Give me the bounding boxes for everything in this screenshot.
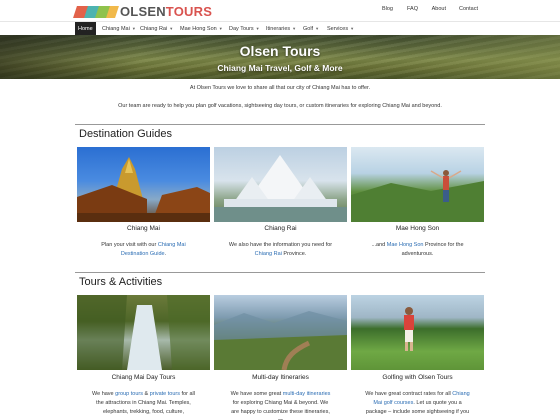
group-tours-link[interactable]: group tours bbox=[115, 391, 143, 397]
card-text-chiang-rai: We also have the information you need fo… bbox=[214, 241, 347, 259]
site-header: OLSENTOURS Blog FAQ About Contact bbox=[0, 0, 560, 21]
white-temple-image bbox=[214, 155, 347, 222]
nav-item-golf[interactable]: Golf ▼ bbox=[303, 22, 319, 36]
chevron-down-icon: ▼ bbox=[292, 26, 297, 31]
card-text-itineraries: We have some great multi-day itineraries… bbox=[214, 390, 347, 420]
nav-item-label: Services bbox=[327, 26, 349, 32]
card-text-part: Province. bbox=[281, 251, 307, 257]
card-text-part: ...and bbox=[371, 242, 387, 248]
card-title-day-tours: Chiang Mai Day Tours bbox=[111, 374, 176, 381]
card-text-part: Plan your visit with our bbox=[101, 242, 158, 248]
golf-image[interactable] bbox=[351, 295, 484, 370]
chevron-down-icon: ▼ bbox=[315, 26, 320, 31]
landscape-image bbox=[214, 311, 347, 370]
nav-item-label: Day Tours bbox=[229, 26, 254, 32]
nav-item-day-tours[interactable]: Day Tours ▼ bbox=[229, 22, 260, 36]
section-title-destinations: Destination Guides bbox=[79, 128, 172, 140]
card-title-chiang-rai: Chiang Rai bbox=[264, 225, 297, 232]
card-text-golf: We have great contract rates for all Chi… bbox=[351, 390, 484, 417]
nav-item-label: Chiang Rai bbox=[140, 26, 168, 32]
nav-item-itineraries[interactable]: Itineraries ▼ bbox=[266, 22, 296, 36]
topnav-blog-link[interactable]: Blog bbox=[382, 6, 393, 12]
divider bbox=[75, 124, 485, 125]
golfer-image bbox=[404, 307, 414, 351]
hero-banner: Olsen Tours Chiang Mai Travel, Golf & Mo… bbox=[0, 35, 560, 79]
topnav-about-link[interactable]: About bbox=[432, 6, 446, 12]
nav-item-home[interactable]: Home bbox=[75, 22, 96, 36]
card-text-chiang-mai: Plan your visit with our Chiang Mai Dest… bbox=[77, 241, 210, 259]
card-text-part: & bbox=[142, 391, 150, 397]
chevron-down-icon: ▼ bbox=[218, 26, 223, 31]
card-title-itineraries: Multi-day Itineraries bbox=[252, 374, 309, 381]
multi-day-itineraries-link[interactable]: multi-day itineraries bbox=[283, 391, 331, 397]
nav-item-label: Chiang Mai bbox=[102, 26, 130, 32]
intro-text-2: Our team are ready to help you plan golf… bbox=[118, 103, 442, 109]
logo-text-tours: TOURS bbox=[165, 4, 213, 19]
site-logo[interactable]: OLSENTOURS bbox=[73, 4, 212, 19]
chevron-down-icon: ▼ bbox=[131, 26, 136, 31]
section-title-tours: Tours & Activities bbox=[79, 276, 163, 288]
itineraries-image[interactable] bbox=[214, 295, 347, 370]
day-tours-image[interactable] bbox=[77, 295, 210, 370]
nav-item-label: Mae Hong Son bbox=[180, 26, 217, 32]
nav-item-chiang-rai[interactable]: Chiang Rai ▼ bbox=[140, 22, 173, 36]
hero-subtitle: Chiang Mai Travel, Golf & More bbox=[217, 63, 343, 73]
private-tours-link[interactable]: private tours bbox=[150, 391, 180, 397]
card-title-chiang-mai: Chiang Mai bbox=[127, 225, 160, 232]
card-title-golf: Golfing with Olsen Tours bbox=[382, 374, 453, 381]
card-text-mae-hong-son: ...and Mae Hong Son Province for the adv… bbox=[351, 241, 484, 259]
card-text-part: We have great contract rates for all bbox=[365, 391, 453, 397]
logo-wordmark: OLSENTOURS bbox=[120, 4, 212, 19]
mae-hong-son-image[interactable] bbox=[351, 147, 484, 222]
chiang-rai-link[interactable]: Chiang Rai bbox=[255, 251, 282, 257]
divider bbox=[75, 272, 485, 273]
topnav-faq-link[interactable]: FAQ bbox=[407, 6, 418, 12]
nav-item-label: Itineraries bbox=[266, 26, 291, 32]
temple-image bbox=[77, 157, 210, 222]
card-text-part: We have some great bbox=[230, 391, 283, 397]
intro-text-1: At Olsen Tours we love to share all that… bbox=[189, 85, 371, 91]
card-text-part: We have bbox=[92, 391, 116, 397]
nav-item-label: Home bbox=[78, 26, 93, 32]
nav-item-chiang-mai[interactable]: Chiang Mai ▼ bbox=[102, 22, 136, 36]
logo-text-olsen: OLSEN bbox=[120, 4, 166, 19]
nav-item-mae-hong-son[interactable]: Mae Hong Son ▼ bbox=[180, 22, 223, 36]
chevron-down-icon: ▼ bbox=[169, 26, 174, 31]
chevron-down-icon: ▼ bbox=[350, 26, 355, 31]
chiang-mai-image[interactable] bbox=[77, 147, 210, 222]
mae-hong-son-link[interactable]: Mae Hong Son bbox=[387, 242, 424, 248]
hero-title: Olsen Tours bbox=[239, 43, 321, 59]
card-title-mae-hong-son: Mae Hong Son bbox=[395, 225, 440, 232]
topnav-contact-link[interactable]: Contact bbox=[459, 6, 478, 12]
card-text-part: . bbox=[164, 251, 167, 257]
chevron-down-icon: ▼ bbox=[255, 26, 260, 31]
card-text-day-tours: We have group tours & private tours for … bbox=[77, 390, 210, 417]
hiker-image bbox=[351, 170, 484, 222]
logo-mark-icon bbox=[73, 5, 119, 19]
waterfall-image bbox=[77, 295, 210, 370]
chiang-rai-image[interactable] bbox=[214, 147, 347, 222]
card-text-part: We also have the information you need fo… bbox=[228, 242, 333, 248]
card-text-part: for exploring Chiang Mai & beyond. We ar… bbox=[231, 400, 330, 420]
main-nav: Home Chiang Mai ▼ Chiang Rai ▼ Mae Hong So… bbox=[0, 21, 560, 36]
nav-item-label: Golf bbox=[303, 26, 314, 32]
nav-item-services[interactable]: Services ▼ bbox=[327, 22, 354, 36]
